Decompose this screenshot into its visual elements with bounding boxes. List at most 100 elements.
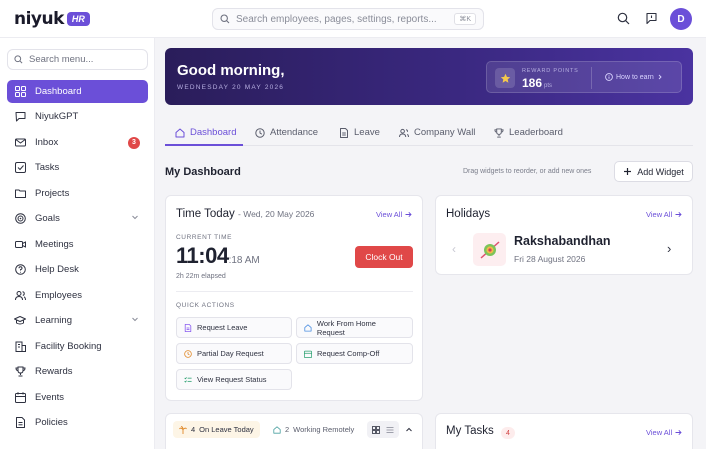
search-icon[interactable] <box>615 10 631 26</box>
card-title: My Tasks <box>446 425 494 437</box>
info-icon <box>605 73 613 81</box>
sidebar-item-dashboard[interactable]: Dashboard <box>7 80 148 103</box>
global-search-input[interactable]: Search employees, pages, settings, repor… <box>212 8 484 30</box>
document-icon <box>14 417 26 429</box>
logo-text: niyuk <box>14 9 64 29</box>
sidebar-item-label: Meetings <box>35 239 74 250</box>
reward-points-card: REWARD POINTS 186 pts How to earn <box>486 61 682 93</box>
sidebar-item-help-desk[interactable]: Help Desk <box>7 258 148 281</box>
view-toggle <box>367 421 399 438</box>
sidebar-item-label: Tasks <box>35 162 60 173</box>
greeting-date: WEDNESDAY 20 MAY 2026 <box>177 84 285 91</box>
arrow-right-icon <box>675 429 682 436</box>
divider <box>591 67 592 89</box>
sidebar-item-meetings[interactable]: Meetings <box>7 233 148 256</box>
current-time-label: CURRENT TIME <box>176 234 233 241</box>
working-remotely-tab[interactable]: 2 Working Remotely <box>267 421 360 438</box>
top-bar: niyuk HR Search employees, pages, settin… <box>0 0 706 38</box>
sidebar-item-events[interactable]: Events <box>7 386 148 409</box>
trophy-icon <box>14 366 26 378</box>
previous-holiday-button[interactable]: ‹ <box>452 242 456 256</box>
page-title: My Dashboard <box>165 166 241 178</box>
holiday-date: Fri 28 August 2026 <box>514 254 586 264</box>
sidebar-item-facility-booking[interactable]: Facility Booking <box>7 335 148 358</box>
chat-icon <box>14 111 26 123</box>
sidebar-item-label: Events <box>35 392 65 403</box>
clock-icon <box>255 127 265 138</box>
sidebar-item-tasks[interactable]: Tasks <box>7 156 148 179</box>
holiday-name: Rakshabandhan <box>514 234 611 248</box>
time-today-card: Time Today - Wed, 20 May 2026 View All C… <box>165 195 423 401</box>
sidebar-item-label: Learning <box>35 315 72 326</box>
how-to-earn-link[interactable]: How to earn <box>605 73 663 81</box>
list-view-icon[interactable] <box>386 426 394 434</box>
logo[interactable]: niyuk HR <box>14 9 90 29</box>
sidebar-item-projects[interactable]: Projects <box>7 182 148 205</box>
sidebar-item-label: Goals <box>35 213 60 224</box>
star-icon <box>495 68 515 88</box>
sidebar-item-niyukgpt[interactable]: NiyukGPT <box>7 105 148 128</box>
next-holiday-button[interactable]: › <box>667 241 671 256</box>
video-icon <box>14 239 26 251</box>
tab-company-wall[interactable]: Company Wall <box>399 127 475 138</box>
file-icon <box>340 127 348 138</box>
home-icon <box>273 425 281 434</box>
target-icon <box>14 213 26 225</box>
view-all-link[interactable]: View All <box>646 210 682 219</box>
search-icon <box>220 14 230 24</box>
sidebar-item-learning[interactable]: Learning <box>7 309 148 332</box>
partial-day-request-button[interactable]: Partial Day Request <box>176 343 292 364</box>
avatar[interactable]: D <box>670 8 692 30</box>
request-comp-off-button[interactable]: Request Comp-Off <box>296 343 413 364</box>
add-widget-button[interactable]: Add Widget <box>614 161 693 182</box>
view-request-status-button[interactable]: View Request Status <box>176 369 292 390</box>
team-availability-card: 4 On Leave Today 2 Working Remotely <box>165 413 423 449</box>
people-icon <box>399 128 409 137</box>
view-all-link[interactable]: View All <box>646 428 682 437</box>
tab-attendance[interactable]: Attendance <box>255 127 318 138</box>
greeting-banner: Good morning, WEDNESDAY 20 MAY 2026 REWA… <box>165 48 693 105</box>
sidebar-item-label: Help Desk <box>35 264 79 275</box>
card-title: Holidays <box>446 208 491 220</box>
sidebar-item-rewards[interactable]: Rewards <box>7 360 148 383</box>
sidebar-item-label: Dashboard <box>35 86 82 97</box>
work-from-home-button[interactable]: Work From Home Request <box>296 317 413 338</box>
grid-icon <box>14 86 26 98</box>
sidebar-item-inbox[interactable]: Inbox 3 <box>7 131 148 154</box>
active-tab-indicator <box>165 144 243 146</box>
menu-search-input[interactable]: Search menu... <box>7 49 148 70</box>
sidebar-item-policies[interactable]: Policies <box>7 411 148 434</box>
logo-badge: HR <box>66 12 90 26</box>
tab-leaderboard[interactable]: Leaderboard <box>494 127 563 138</box>
calendar-icon <box>14 392 26 404</box>
palm-icon <box>179 425 187 434</box>
reward-points-value: 186 pts <box>522 76 553 90</box>
shortcut-badge: ⌘K <box>454 13 476 25</box>
menu-search-placeholder: Search menu... <box>29 54 94 65</box>
view-all-link[interactable]: View All <box>376 210 412 219</box>
tab-leave[interactable]: Leave <box>339 127 380 138</box>
sidebar-item-label: Facility Booking <box>35 341 102 352</box>
sidebar: Search menu... Dashboard NiyukGPT Inbox … <box>0 38 155 449</box>
chevron-up-icon[interactable] <box>402 421 416 438</box>
chevron-down-icon[interactable] <box>131 213 139 224</box>
chevron-down-icon[interactable] <box>131 315 139 326</box>
clock-out-button[interactable]: Clock Out <box>355 246 413 268</box>
sidebar-item-employees[interactable]: Employees <box>7 284 148 307</box>
request-leave-button[interactable]: Request Leave <box>176 317 292 338</box>
tab-dashboard[interactable]: Dashboard <box>175 127 236 138</box>
sidebar-item-goals[interactable]: Goals <box>7 207 148 230</box>
folder-icon <box>14 188 26 200</box>
building-icon <box>14 341 26 353</box>
rakhi-icon <box>473 233 506 266</box>
list-icon <box>184 376 192 383</box>
checkbox-icon <box>14 162 26 174</box>
chevron-right-icon <box>658 74 662 80</box>
trophy-icon <box>494 127 504 138</box>
search-placeholder: Search employees, pages, settings, repor… <box>236 13 437 25</box>
search-icon <box>14 55 23 64</box>
on-leave-today-tab[interactable]: 4 On Leave Today <box>173 421 260 438</box>
feedback-icon[interactable] <box>643 10 659 26</box>
grid-view-icon[interactable] <box>372 425 380 434</box>
home-icon <box>304 323 312 332</box>
